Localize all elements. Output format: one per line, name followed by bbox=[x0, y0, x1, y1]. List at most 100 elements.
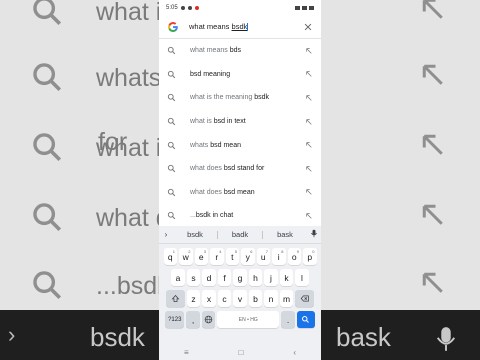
wifi-icon bbox=[295, 5, 300, 10]
key-hint: 8 bbox=[281, 249, 284, 254]
arrow-up-left-icon[interactable] bbox=[305, 165, 313, 173]
suggestion-prefix: what is the meaning bbox=[190, 94, 255, 102]
arrow-up-left-icon[interactable] bbox=[305, 188, 313, 196]
key-b[interactable]: b bbox=[248, 290, 263, 307]
arrow-up-left-icon bbox=[422, 0, 443, 19]
arrow-up-left-icon[interactable] bbox=[305, 94, 313, 102]
suggestion-text: ...bsdk in chat bbox=[190, 212, 305, 219]
arrow-up-left-icon[interactable] bbox=[305, 212, 313, 220]
key-label: r bbox=[215, 251, 219, 262]
search-icon bbox=[167, 188, 176, 197]
suggestion-prefix: what means bbox=[190, 47, 230, 55]
search-icon bbox=[167, 212, 176, 220]
search-input[interactable]: what means bsdk bbox=[189, 22, 303, 31]
keyboard-suggestion[interactable]: bask bbox=[263, 230, 307, 239]
period-key[interactable]: . bbox=[281, 311, 295, 328]
keyboard-row-1: q1w2e3r4t5y6u7i8o9p0 bbox=[159, 248, 321, 265]
key-x[interactable]: x bbox=[202, 290, 216, 307]
shift-key[interactable] bbox=[165, 290, 185, 307]
suggestion-item[interactable]: whats bsd mean bbox=[159, 133, 321, 157]
arrow-up-left-icon bbox=[422, 272, 443, 293]
key-m[interactable]: m bbox=[279, 290, 294, 307]
chevron-right-icon[interactable]: › bbox=[159, 230, 173, 239]
key-d[interactable]: d bbox=[202, 269, 216, 286]
key-hint: 2 bbox=[188, 249, 191, 254]
key-n[interactable]: n bbox=[264, 290, 278, 307]
key-label: y bbox=[245, 251, 250, 262]
notification-icon bbox=[180, 5, 185, 10]
home-nav-icon[interactable]: □ bbox=[239, 348, 244, 357]
suggestion-item[interactable]: what is the meaning bsdk bbox=[159, 86, 321, 110]
suggestion-prefix: what does bbox=[190, 165, 224, 173]
key-k[interactable]: k bbox=[279, 269, 294, 286]
space-key[interactable]: EN • HG bbox=[217, 311, 280, 328]
suggestion-prefix: whats bbox=[190, 141, 211, 149]
search-icon bbox=[167, 117, 176, 126]
key-i[interactable]: i8 bbox=[272, 248, 286, 265]
background-text: for bbox=[98, 128, 128, 156]
key-h[interactable]: h bbox=[248, 269, 263, 286]
comma-key[interactable]: , bbox=[186, 311, 200, 328]
search-icon bbox=[167, 47, 176, 55]
key-u[interactable]: u7 bbox=[256, 248, 270, 265]
numbers-key[interactable]: ?123 bbox=[165, 311, 185, 328]
arrow-up-left-icon[interactable] bbox=[305, 47, 313, 55]
globe-key[interactable] bbox=[201, 311, 216, 328]
key-t[interactable]: t5 bbox=[225, 248, 239, 265]
key-e[interactable]: e3 bbox=[194, 248, 208, 265]
arrow-up-left-icon[interactable] bbox=[305, 118, 313, 126]
back-nav-icon[interactable]: ‹ bbox=[293, 348, 296, 357]
key-p[interactable]: p0 bbox=[303, 248, 317, 265]
key-hint: 7 bbox=[265, 249, 268, 254]
keyboard-suggestion[interactable]: badk bbox=[218, 230, 262, 239]
status-time: 5:05 bbox=[166, 4, 178, 11]
suggestion-item[interactable]: bsd meaning bbox=[159, 63, 321, 87]
key-f[interactable]: f bbox=[217, 269, 232, 286]
key-q[interactable]: q1 bbox=[163, 248, 177, 265]
arrow-up-left-icon[interactable] bbox=[305, 141, 313, 149]
keyboard-suggestion-strip: › bsdk badk bask bbox=[159, 226, 321, 244]
suggestion-match: bsd in text bbox=[213, 118, 246, 126]
arrow-up-left-icon[interactable] bbox=[305, 70, 313, 78]
key-r[interactable]: r4 bbox=[210, 248, 224, 265]
suggestion-text: what is the meaning bsdk bbox=[190, 94, 305, 101]
backspace-key[interactable] bbox=[295, 290, 315, 307]
suggestion-item[interactable]: what means bds bbox=[159, 39, 321, 63]
keyboard-suggestion[interactable]: bsdk bbox=[173, 230, 217, 239]
key-o[interactable]: o9 bbox=[287, 248, 301, 265]
key-c[interactable]: c bbox=[217, 290, 232, 307]
key-label: t bbox=[231, 251, 234, 262]
close-icon[interactable] bbox=[303, 22, 313, 32]
suggestion-text: whats bsd mean bbox=[190, 142, 305, 149]
signal-icon bbox=[302, 5, 307, 10]
key-y[interactable]: y6 bbox=[241, 248, 255, 265]
key-v[interactable]: v bbox=[233, 290, 247, 307]
key-l[interactable]: l bbox=[295, 269, 309, 286]
suggestion-text: what means bds bbox=[190, 47, 305, 54]
suggestion-item[interactable]: what is bsd in text bbox=[159, 110, 321, 134]
search-key[interactable] bbox=[296, 311, 315, 328]
key-s[interactable]: s bbox=[186, 269, 201, 286]
suggestion-match: bsd mean bbox=[210, 141, 241, 149]
search-icon bbox=[33, 203, 62, 232]
suggestion-item[interactable]: ...bsdk in chat bbox=[159, 204, 321, 228]
key-label: i bbox=[277, 251, 280, 262]
key-z[interactable]: z bbox=[186, 290, 201, 307]
mic-icon[interactable] bbox=[307, 229, 321, 240]
key-w[interactable]: w2 bbox=[179, 248, 193, 265]
suggestion-list: what means bds bsd meaning what is the mea… bbox=[159, 39, 321, 228]
key-a[interactable]: a bbox=[171, 269, 185, 286]
key-g[interactable]: g bbox=[233, 269, 247, 286]
keyboard: › bsdk badk bask q1w2e3r4t5y6u7i8o9p0 as… bbox=[159, 226, 321, 344]
search-bar[interactable]: what means bsdk bbox=[159, 15, 321, 39]
key-j[interactable]: j bbox=[264, 269, 278, 286]
search-icon bbox=[167, 141, 176, 149]
suggestion-item[interactable]: what does bsd stand for bbox=[159, 157, 321, 181]
menu-nav-icon[interactable]: ≡ bbox=[184, 348, 189, 357]
keyboard-row-3: zxcvbnm bbox=[159, 290, 321, 307]
background-text: bsdk bbox=[90, 322, 145, 352]
mic-icon bbox=[436, 327, 456, 351]
suggestion-item[interactable]: what does bsd mean bbox=[159, 181, 321, 205]
background-text: whats bbox=[96, 64, 162, 92]
text-cursor bbox=[247, 23, 249, 31]
